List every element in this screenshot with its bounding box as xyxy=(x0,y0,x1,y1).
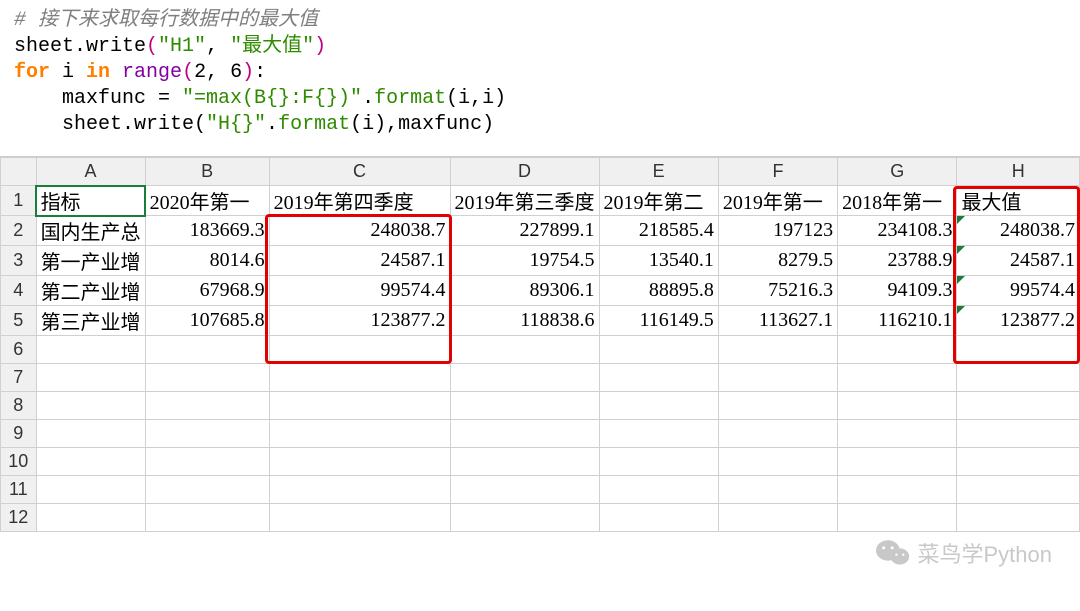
wechat-watermark: 菜鸟学Python xyxy=(876,537,1053,569)
table-row: 10 xyxy=(1,448,1080,476)
cell-G3[interactable]: 23788.9 xyxy=(838,246,957,276)
cell-F3[interactable]: 8279.5 xyxy=(718,246,837,276)
cell-G2[interactable]: 234108.3 xyxy=(838,216,957,246)
wechat-icon xyxy=(876,538,910,568)
cell-F5[interactable]: 113627.1 xyxy=(718,306,837,336)
col-header-E[interactable]: E xyxy=(599,158,718,186)
cell-H2[interactable]: 248038.7 xyxy=(957,216,1080,246)
table-row: 4 第二产业增 67968.9 99574.4 89306.1 88895.8 … xyxy=(1,276,1080,306)
cell-G4[interactable]: 94109.3 xyxy=(838,276,957,306)
table-row: 9 xyxy=(1,420,1080,448)
code-line-4: sheet.write("H{}".format(i),maxfunc) xyxy=(14,113,494,136)
row-header-6[interactable]: 6 xyxy=(1,336,37,364)
cell-E3[interactable]: 13540.1 xyxy=(599,246,718,276)
row-header-10[interactable]: 10 xyxy=(1,448,37,476)
table-row: 11 xyxy=(1,476,1080,504)
cell-B2[interactable]: 183669.3 xyxy=(145,216,269,246)
cell-G5[interactable]: 116210.1 xyxy=(838,306,957,336)
col-header-A[interactable]: A xyxy=(36,158,145,186)
row-header-5[interactable]: 5 xyxy=(1,306,37,336)
cell-A1[interactable]: 指标 xyxy=(36,186,145,216)
row-header-11[interactable]: 11 xyxy=(1,476,37,504)
cell-C5[interactable]: 123877.2 xyxy=(269,306,450,336)
cell-A6[interactable] xyxy=(36,336,145,364)
cell-D2[interactable]: 227899.1 xyxy=(450,216,599,246)
table-row: 1 指标 2020年第一 2019年第四季度 2019年第三季度 2019年第二… xyxy=(1,186,1080,216)
cell-A4[interactable]: 第二产业增 xyxy=(36,276,145,306)
cell-B1[interactable]: 2020年第一 xyxy=(145,186,269,216)
cell-A5[interactable]: 第三产业增 xyxy=(36,306,145,336)
cell-B5[interactable]: 107685.8 xyxy=(145,306,269,336)
table-row: 12 xyxy=(1,504,1080,532)
cell-F1[interactable]: 2019年第一 xyxy=(718,186,837,216)
row-header-1[interactable]: 1 xyxy=(1,186,37,216)
code-line-3: maxfunc = "=max(B{}:F{})".format(i,i) xyxy=(14,87,506,110)
row-header-8[interactable]: 8 xyxy=(1,392,37,420)
col-header-G[interactable]: G xyxy=(838,158,957,186)
cell-B3[interactable]: 8014.6 xyxy=(145,246,269,276)
cell-D3[interactable]: 19754.5 xyxy=(450,246,599,276)
row-header-12[interactable]: 12 xyxy=(1,504,37,532)
cell-H4[interactable]: 99574.4 xyxy=(957,276,1080,306)
column-header-row: A B C D E F G H xyxy=(1,158,1080,186)
cell-D1[interactable]: 2019年第三季度 xyxy=(450,186,599,216)
cell-E5[interactable]: 116149.5 xyxy=(599,306,718,336)
cell-D5[interactable]: 118838.6 xyxy=(450,306,599,336)
cell-A2[interactable]: 国内生产总 xyxy=(36,216,145,246)
cell-C4[interactable]: 99574.4 xyxy=(269,276,450,306)
cell-G1[interactable]: 2018年第一 xyxy=(838,186,957,216)
table-row: 5 第三产业增 107685.8 123877.2 118838.6 11614… xyxy=(1,306,1080,336)
table-row: 2 国内生产总 183669.3 248038.7 227899.1 21858… xyxy=(1,216,1080,246)
code-snippet: # 接下来求取每行数据中的最大值 sheet.write("H1", "最大值"… xyxy=(0,0,1080,157)
cell-F2[interactable]: 197123 xyxy=(718,216,837,246)
cell-C2[interactable]: 248038.7 xyxy=(269,216,450,246)
cell-E2[interactable]: 218585.4 xyxy=(599,216,718,246)
cell-C3[interactable]: 24587.1 xyxy=(269,246,450,276)
row-header-2[interactable]: 2 xyxy=(1,216,37,246)
cell-D4[interactable]: 89306.1 xyxy=(450,276,599,306)
watermark-text: 菜鸟学Python xyxy=(918,537,1053,569)
table-row: 7 xyxy=(1,364,1080,392)
col-header-D[interactable]: D xyxy=(450,158,599,186)
cell-E1[interactable]: 2019年第二 xyxy=(599,186,718,216)
row-header-4[interactable]: 4 xyxy=(1,276,37,306)
cell-B4[interactable]: 67968.9 xyxy=(145,276,269,306)
corner-cell[interactable] xyxy=(1,158,37,186)
spreadsheet[interactable]: A B C D E F G H 1 指标 2020年第一 2019年第四季度 2… xyxy=(0,157,1080,532)
cell-H1[interactable]: 最大值 xyxy=(957,186,1080,216)
code-line-2: for i in range(2, 6): xyxy=(14,61,266,84)
table-row: 8 xyxy=(1,392,1080,420)
row-header-9[interactable]: 9 xyxy=(1,420,37,448)
cell-C1[interactable]: 2019年第四季度 xyxy=(269,186,450,216)
row-header-7[interactable]: 7 xyxy=(1,364,37,392)
col-header-F[interactable]: F xyxy=(718,158,837,186)
cell-H3[interactable]: 24587.1 xyxy=(957,246,1080,276)
col-header-C[interactable]: C xyxy=(269,158,450,186)
code-comment: # 接下来求取每行数据中的最大值 xyxy=(14,9,318,32)
col-header-H[interactable]: H xyxy=(957,158,1080,186)
row-header-3[interactable]: 3 xyxy=(1,246,37,276)
col-header-B[interactable]: B xyxy=(145,158,269,186)
cell-F4[interactable]: 75216.3 xyxy=(718,276,837,306)
cell-H5[interactable]: 123877.2 xyxy=(957,306,1080,336)
code-line-1: sheet.write("H1", "最大值") xyxy=(14,35,326,58)
cell-A3[interactable]: 第一产业增 xyxy=(36,246,145,276)
cell-E4[interactable]: 88895.8 xyxy=(599,276,718,306)
table-row: 6 xyxy=(1,336,1080,364)
table-row: 3 第一产业增 8014.6 24587.1 19754.5 13540.1 8… xyxy=(1,246,1080,276)
